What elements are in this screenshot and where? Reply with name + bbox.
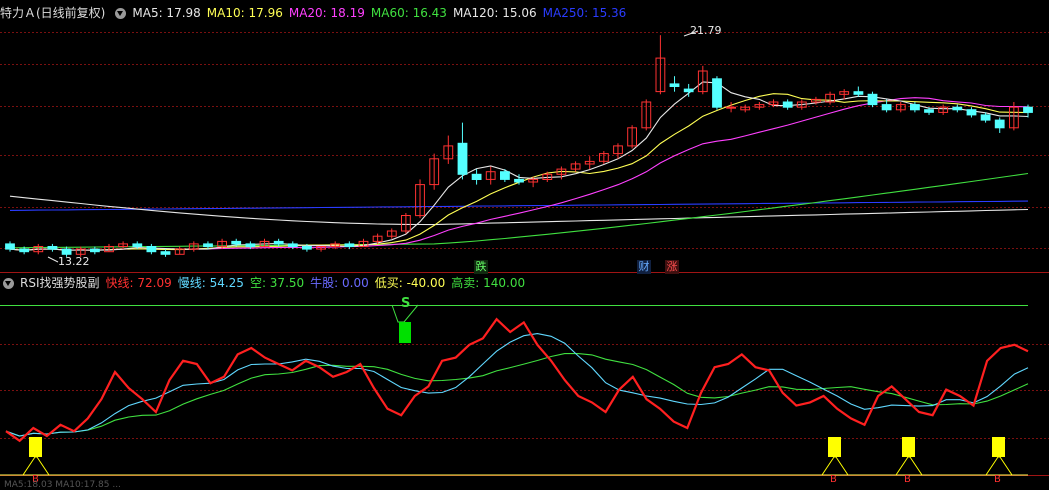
low-price-pointer xyxy=(47,256,59,263)
candle-down xyxy=(203,243,213,247)
candle-down xyxy=(853,91,864,95)
candle-down xyxy=(966,109,977,116)
candle-down xyxy=(344,243,355,247)
low-price-label: 13.22 xyxy=(58,255,90,268)
candle-down xyxy=(910,104,920,111)
ma5-line xyxy=(9,81,1029,251)
buy-signal-pointer xyxy=(821,456,849,476)
high-price-label: 21.79 xyxy=(690,24,722,37)
high-price-text: 21.79 xyxy=(690,24,722,37)
candle-down xyxy=(712,78,722,108)
candle-down xyxy=(61,248,72,255)
buy-signal-bar xyxy=(902,437,915,457)
slow-line xyxy=(5,333,1029,437)
candle-down xyxy=(683,88,694,93)
candle-down xyxy=(47,246,58,250)
low-price-text: 13.22 xyxy=(58,255,90,268)
buy-signal-pointer xyxy=(985,456,1013,476)
candle-down xyxy=(867,93,878,106)
candle-down xyxy=(90,248,100,253)
candle-down xyxy=(457,142,468,175)
candle-down xyxy=(881,104,892,111)
bottom-status-strip: MA5:18.03 MA10:17.85 ... xyxy=(4,480,121,490)
buy-signal-pointer xyxy=(895,456,923,476)
candle-down xyxy=(782,101,793,108)
candle-down xyxy=(471,173,482,181)
buy-signal-bar xyxy=(828,437,841,457)
sell-signal-label: S xyxy=(401,296,411,311)
buy-signal-label: B xyxy=(904,474,911,485)
candle-down xyxy=(273,240,284,245)
event-rise-marker[interactable]: 涨 xyxy=(665,260,679,274)
candle-down xyxy=(500,171,510,180)
ma60-line xyxy=(9,172,1029,249)
candle-down xyxy=(231,240,242,245)
candle-down xyxy=(245,243,256,247)
candle-up xyxy=(726,106,737,109)
candle-down xyxy=(514,178,524,183)
buy-signal-label: B xyxy=(830,474,837,485)
event-finance-marker[interactable]: 财 xyxy=(637,260,651,274)
candle-down xyxy=(19,248,30,253)
candle-down xyxy=(5,243,15,250)
ma250-line xyxy=(9,200,1029,211)
candle-down xyxy=(952,106,963,111)
candle-down xyxy=(132,243,143,247)
candle-down xyxy=(1023,106,1033,113)
sell-signal-bar xyxy=(399,322,411,343)
candle-down xyxy=(287,243,298,247)
candle-down xyxy=(994,119,1005,129)
ma120-line xyxy=(9,195,1029,226)
candle-down xyxy=(669,83,680,88)
empty-line xyxy=(5,353,1029,437)
buy-signal-label: B xyxy=(994,474,1001,485)
stock-chart-canvas[interactable] xyxy=(0,0,1049,485)
candle-down xyxy=(924,109,934,113)
candle-down xyxy=(146,246,157,253)
event-drop-marker[interactable]: 跌 xyxy=(474,260,488,274)
fast-line xyxy=(5,317,1029,443)
ma20-line xyxy=(9,97,1029,251)
candle-down xyxy=(302,246,312,250)
buy-signal-pointer xyxy=(22,456,50,476)
buy-signal-bar xyxy=(29,437,42,457)
ma10-line xyxy=(9,93,1029,251)
candle-down xyxy=(980,114,991,121)
buy-signal-bar xyxy=(992,437,1005,457)
candle-down xyxy=(160,251,171,255)
